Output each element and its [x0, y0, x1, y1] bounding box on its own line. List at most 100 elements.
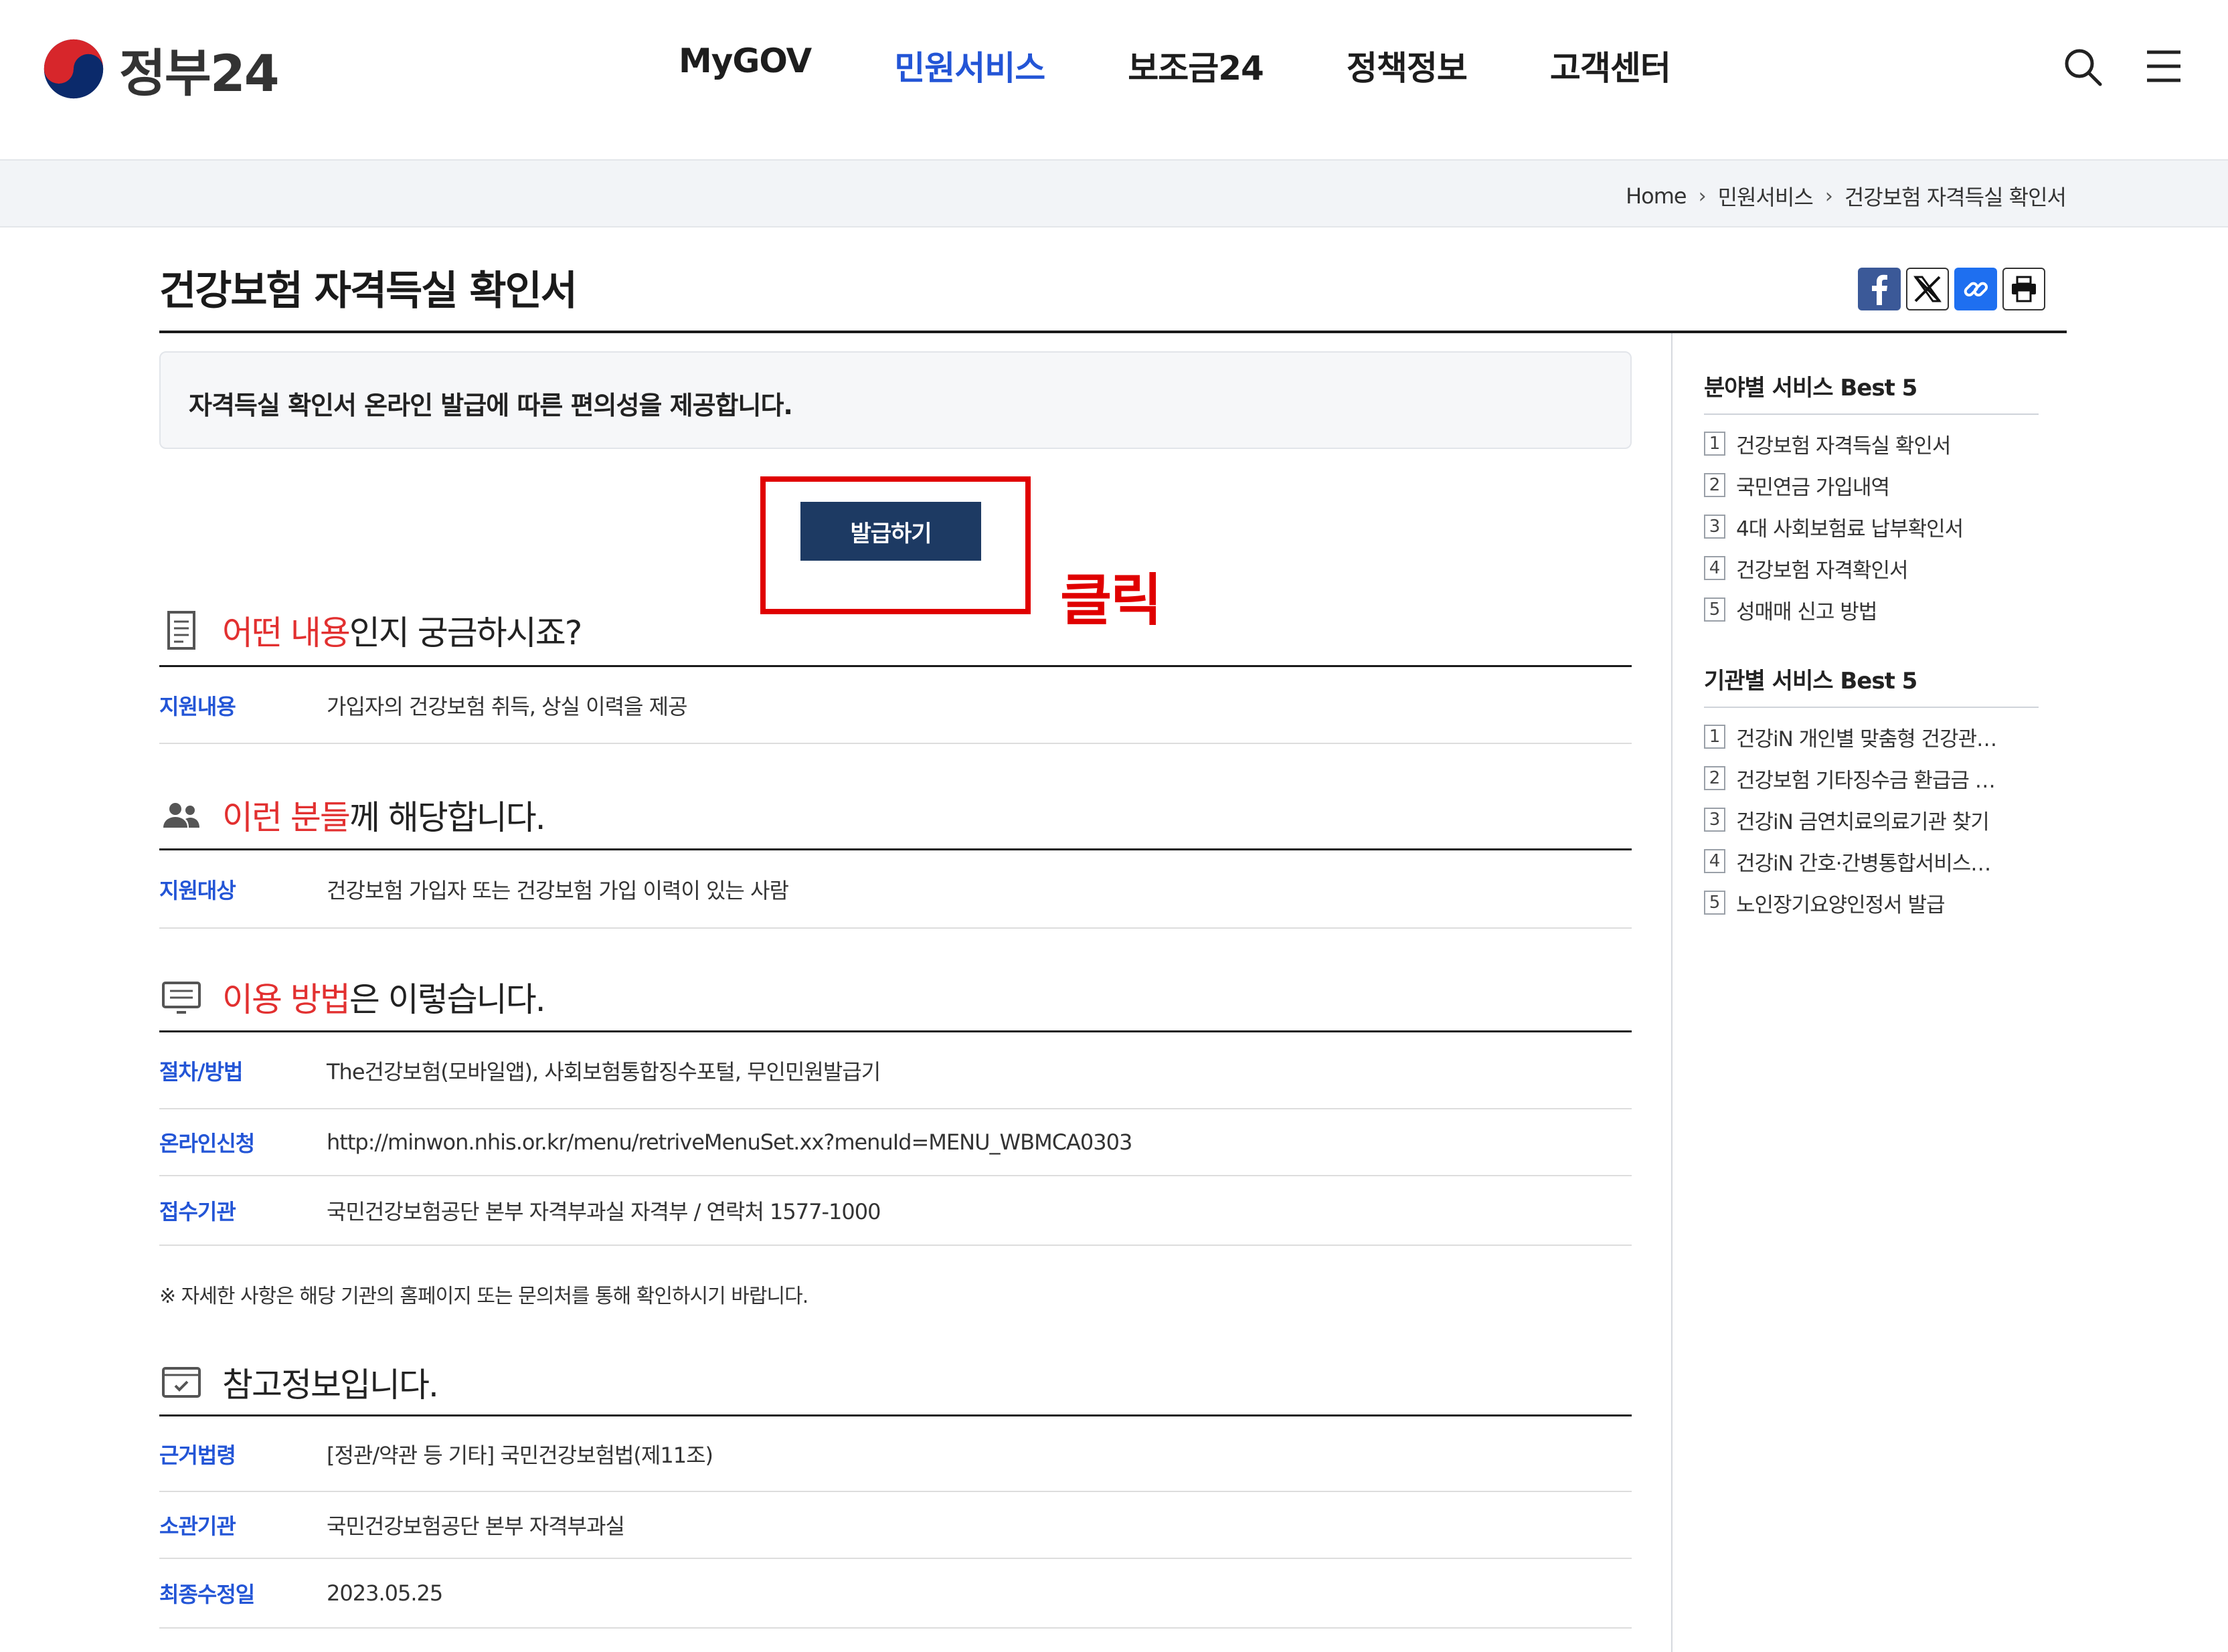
info-label: 온라인신청: [159, 1131, 255, 1156]
section-who-title-rest: 께 해당합니다.: [349, 798, 546, 837]
nav-item-mygov[interactable]: MyGOV: [679, 41, 812, 90]
intro-box: 자격득실 확인서 온라인 발급에 따른 편의성을 제공합니다.: [159, 351, 1632, 449]
sidebar-org-item-3[interactable]: 3 건강iN 금연치료의료기관 찾기: [1704, 799, 1996, 840]
section-what-title-highlight: 어떤 내용: [222, 614, 351, 652]
info-label: 절차/방법: [159, 1059, 243, 1085]
sidebar-item-label: 4대 사회보험료 납부확인서: [1736, 517, 1964, 541]
rank-badge: 1: [1704, 432, 1725, 456]
info-value: 가입자의 건강보험 취득, 상실 이력을 제공: [327, 694, 688, 719]
section-what-title: 어떤 내용인지 궁금하시죠?: [222, 606, 582, 654]
section-what-divider: [159, 665, 1632, 667]
info-row-support-content: 지원내용 가입자의 건강보험 취득, 상실 이력을 제공: [159, 668, 1632, 744]
share-toolbar: [1858, 268, 2045, 310]
print-button[interactable]: [2002, 268, 2045, 310]
sidebar-field-item-5[interactable]: 5 성매매 신고 방법: [1704, 589, 1963, 630]
rank-badge: 4: [1704, 849, 1725, 873]
info-value: The건강보험(모바일앱), 사회보험통합징수포털, 무인민원발급기: [327, 1059, 881, 1085]
checkbox-card-icon: [162, 1367, 201, 1398]
sidebar-best-field-list: 1 건강보험 자격득실 확인서 2 국민연금 가입내역 3 4대 사회보험료 납부확인…: [1704, 423, 1964, 630]
sidebar-item-label: 건강iN 금연치료의료기관 찾기: [1736, 810, 1990, 834]
sidebar-best-field-divider: [1704, 414, 2039, 415]
breadcrumb-home[interactable]: Home: [1626, 183, 1687, 209]
link-icon: [1964, 282, 1988, 297]
rank-badge: 1: [1704, 725, 1725, 749]
nav-item-civil-service[interactable]: 민원서비스: [894, 41, 1045, 90]
info-row-reception-agency: 접수기관 국민건강보험공단 본부 자격부과실 자격부 / 연락처 1577-10…: [159, 1176, 1632, 1246]
copy-link-button[interactable]: [1954, 268, 1997, 310]
section-how-title-highlight: 이용 방법: [222, 980, 351, 1019]
chevron-right-icon: ›: [1698, 184, 1707, 208]
sidebar-field-item-4[interactable]: 4 건강보험 자격확인서: [1704, 547, 1963, 589]
sidebar-field-item-1[interactable]: 1 건강보험 자격득실 확인서: [1704, 423, 1963, 464]
info-row-procedure: 절차/방법 The건강보험(모바일앱), 사회보험통합징수포털, 무인민원발급기: [159, 1033, 1632, 1109]
logo[interactable]: 정부24: [41, 32, 280, 106]
info-row-support-target: 지원대상 건강보험 가입자 또는 건강보험 가입 이력이 있는 사람: [159, 851, 1632, 929]
sidebar-field-item-3[interactable]: 3 4대 사회보험료 납부확인서: [1704, 506, 1964, 547]
section-ref-divider: [159, 1414, 1632, 1416]
online-application-link[interactable]: http://minwon.nhis.or.kr/menu/retriveMen…: [327, 1129, 1132, 1155]
section-what-heading: 어떤 내용인지 궁금하시죠?: [159, 606, 582, 654]
section-who-divider: [159, 848, 1632, 850]
breadcrumb: Home › 민원서비스 › 건강보험 자격득실 확인서: [1626, 181, 2067, 211]
rank-badge: 3: [1704, 808, 1725, 832]
section-ref-heading: 참고정보입니다.: [159, 1358, 439, 1406]
info-value: 국민건강보험공단 본부 자격부과실: [327, 1513, 625, 1539]
facebook-icon: [1872, 274, 1887, 305]
click-annotation-label: 클릭: [1060, 567, 1163, 633]
sidebar-item-label: 건강iN 간호·간병통합서비스…: [1736, 851, 1991, 876]
rank-badge: 4: [1704, 556, 1725, 580]
nav-item-subsidy24[interactable]: 보조금24: [1128, 41, 1264, 90]
info-row-legal-basis: 근거법령 [정관/약관 등 기타] 국민건강보험법(제11조): [159, 1417, 1632, 1492]
info-value: 국민건강보험공단 본부 자격부과실 자격부 / 연락처 1577-1000: [327, 1199, 881, 1224]
section-who-heading: 이런 분들께 해당합니다.: [159, 791, 546, 839]
rank-badge: 3: [1704, 515, 1725, 539]
people-icon: [163, 803, 199, 828]
breadcrumb-bar: Home › 민원서비스 › 건강보험 자격득실 확인서: [0, 159, 2228, 227]
rank-badge: 5: [1704, 598, 1725, 622]
nav-item-policy-info[interactable]: 정책정보: [1347, 41, 1468, 90]
section-how-heading: 이용 방법은 이렇습니다.: [159, 973, 546, 1021]
info-value: 건강보험 가입자 또는 건강보험 가입 이력이 있는 사람: [327, 878, 789, 903]
title-divider: [159, 331, 2067, 333]
page-title: 건강보험 자격득실 확인서: [159, 268, 578, 314]
sidebar-best-org-title: 기관별 서비스 Best 5: [1704, 668, 1917, 695]
intro-text: 자격득실 확인서 온라인 발급에 따른 편의성을 제공합니다.: [189, 391, 793, 420]
sidebar-org-item-4[interactable]: 4 건강iN 간호·간병통합서비스…: [1704, 840, 1996, 882]
rank-badge: 2: [1704, 766, 1725, 790]
rank-badge: 5: [1704, 891, 1725, 915]
facebook-share-button[interactable]: [1858, 268, 1901, 310]
print-icon: [2012, 276, 2036, 302]
section-how-title: 이용 방법은 이렇습니다.: [222, 973, 546, 1021]
logo-text: 정부24: [119, 43, 280, 103]
detail-note: ※ 자세한 사항은 해당 기관의 홈페이지 또는 문의처를 통해 확인하시기 바…: [159, 1285, 808, 1308]
sidebar-org-item-1[interactable]: 1 건강iN 개인별 맞춤형 건강관…: [1704, 716, 1997, 757]
sidebar-field-item-2[interactable]: 2 국민연금 가입내역: [1704, 464, 1963, 506]
search-icon[interactable]: [2061, 45, 2104, 88]
list-icon: [162, 982, 201, 1014]
sidebar-item-label: 성매매 신고 방법: [1736, 600, 1877, 624]
x-share-button[interactable]: [1906, 268, 1949, 310]
info-label: 접수기관: [159, 1199, 236, 1224]
document-icon: [167, 611, 195, 650]
info-row-last-modified: 최종수정일 2023.05.25: [159, 1559, 1632, 1629]
sidebar-best-field-title: 분야별 서비스 Best 5: [1704, 375, 1917, 401]
nav-item-customer-center[interactable]: 고객센터: [1550, 41, 1671, 90]
sidebar-item-label: 건강보험 기타징수금 환급금 …: [1736, 768, 1996, 793]
header: 정부24 MyGOV 민원서비스 보조금24 정책정보 고객센터: [0, 0, 2228, 159]
sidebar-org-item-2[interactable]: 2 건강보험 기타징수금 환급금 …: [1704, 757, 1996, 799]
info-row-online-application: 온라인신청 http://minwon.nhis.or.kr/menu/retr…: [159, 1109, 1632, 1176]
chevron-right-icon: ›: [1824, 184, 1833, 208]
breadcrumb-current[interactable]: 건강보험 자격득실 확인서: [1845, 181, 2067, 211]
sidebar-org-item-5[interactable]: 5 노인장기요양인정서 발급: [1704, 882, 1996, 923]
sidebar-divider: [1671, 333, 1673, 1652]
breadcrumb-civil-service[interactable]: 민원서비스: [1718, 181, 1814, 211]
info-label: 지원대상: [159, 878, 236, 903]
section-what-title-rest: 인지 궁금하시죠?: [349, 614, 582, 652]
sidebar-best-org-list: 1 건강iN 개인별 맞춤형 건강관… 2 건강보험 기타징수금 환급금 … 3 건강…: [1704, 716, 1997, 923]
info-row-competent-agency: 소관기관 국민건강보험공단 본부 자격부과실: [159, 1492, 1632, 1559]
hamburger-menu-icon[interactable]: [2146, 48, 2182, 84]
taegeuk-logo-icon: [44, 39, 104, 99]
section-how-title-rest: 은 이렇습니다.: [349, 980, 546, 1019]
info-label: 소관기관: [159, 1513, 236, 1539]
x-twitter-icon: [1913, 276, 1942, 302]
